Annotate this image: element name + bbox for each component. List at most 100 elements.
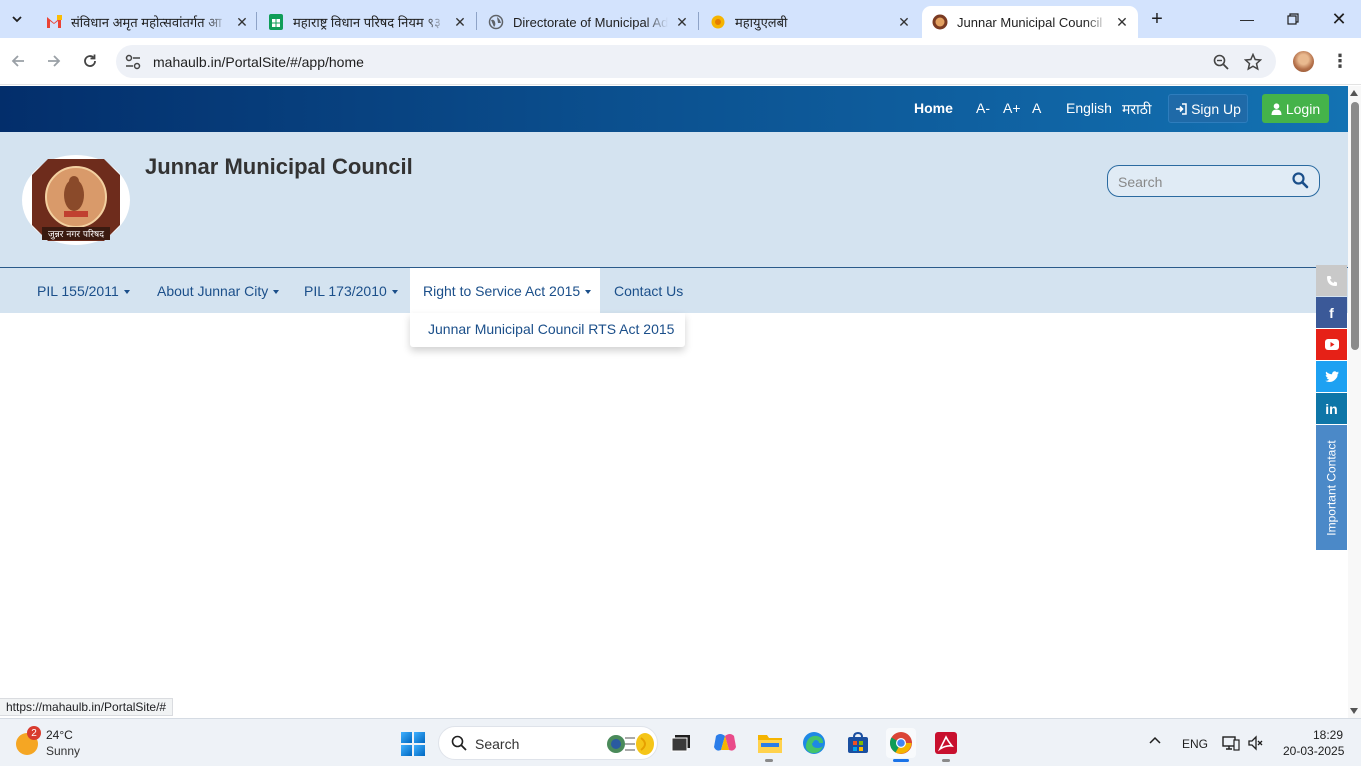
browser-tab[interactable]: संविधान अमृत महोत्सवांतर्गत आ ✕ [36, 6, 258, 38]
facebook-button[interactable]: f [1316, 297, 1347, 328]
chevron-down-icon [12, 16, 22, 23]
taskbar-store[interactable] [843, 728, 873, 758]
close-icon[interactable]: ✕ [452, 14, 468, 30]
back-button[interactable] [7, 50, 29, 72]
scroll-down-arrow-icon[interactable] [1350, 708, 1358, 714]
close-icon[interactable]: ✕ [896, 14, 912, 30]
font-increase-button[interactable]: A+ [1003, 100, 1021, 116]
folder-icon [758, 735, 782, 753]
chevron-up-icon[interactable] [1148, 734, 1162, 748]
search-icon[interactable] [1291, 171, 1309, 189]
taskbar-edge[interactable] [799, 728, 829, 758]
caret-down-icon [585, 289, 592, 294]
top-utility-bar: Home A- A+ A English मराठी Sign Up Login [0, 86, 1348, 132]
profile-avatar[interactable] [1293, 51, 1314, 72]
important-contact-tab[interactable]: Important Contact [1316, 425, 1347, 550]
start-button[interactable] [401, 732, 425, 756]
taskbar-chrome[interactable] [886, 728, 916, 758]
reload-icon [84, 54, 96, 67]
phone-button[interactable] [1316, 265, 1347, 296]
search-highlight-icon [607, 733, 654, 755]
login-button[interactable]: Login [1262, 94, 1329, 123]
weather-temperature[interactable]: 24°C [46, 728, 73, 742]
search-input[interactable] [1118, 172, 1288, 192]
tab-divider [698, 12, 699, 30]
nav-item-right-to-service-act[interactable]: Right to Service Act 2015 [410, 268, 600, 313]
scrollbar-thumb[interactable] [1351, 102, 1359, 350]
language-english-link[interactable]: English [1066, 100, 1112, 116]
site-info-icon[interactable] [124, 53, 142, 71]
windows-taskbar: 2 24°C Sunny Search ENG 18:29 20-03-2025 [0, 718, 1361, 766]
font-reset-button[interactable]: A [1032, 100, 1041, 116]
tab-title: महाराष्ट्र विधान परिषद नियम ९३ [293, 15, 441, 30]
globe-icon [488, 14, 504, 30]
twitter-button[interactable] [1316, 361, 1347, 392]
taskbar-file-explorer[interactable] [755, 728, 785, 758]
font-decrease-button[interactable]: A- [976, 100, 990, 116]
taskbar-search[interactable]: Search [438, 726, 658, 760]
nav-item-pil-155-2011[interactable]: PIL 155/2011 [24, 268, 143, 313]
browser-tab-active[interactable]: Junnar Municipal Council ✕ [922, 6, 1138, 38]
address-bar[interactable]: mahaulb.in/PortalSite/#/app/home [116, 45, 1276, 78]
nav-item-about-junnar-city[interactable]: About Junnar City [144, 268, 292, 313]
chrome-icon [890, 732, 912, 754]
windows-logo-icon [401, 745, 412, 756]
gmail-icon [46, 14, 62, 30]
volume-muted-icon[interactable] [1247, 734, 1265, 752]
nav-item-pil-173-2010[interactable]: PIL 173/2010 [291, 268, 411, 313]
zoom-icon[interactable] [1211, 52, 1231, 72]
new-tab-button[interactable]: + [1146, 8, 1168, 30]
phone-icon [1326, 275, 1337, 286]
browser-tab-strip: संविधान अमृत महोत्सवांतर्गत आ ✕ महाराष्ट… [0, 0, 1361, 38]
tab-title: Directorate of Municipal Adm [513, 14, 668, 30]
tab-title: Junnar Municipal Council [957, 14, 1103, 30]
home-link[interactable]: Home [914, 100, 953, 116]
taskbar-task-view[interactable] [666, 728, 696, 758]
minimize-button[interactable]: — [1225, 6, 1269, 32]
language-marathi-link[interactable]: मराठी [1122, 100, 1151, 119]
browser-tab[interactable]: महाराष्ट्र विधान परिषद नियम ९३ ✕ [258, 6, 476, 38]
site-title: Junnar Municipal Council [145, 154, 413, 179]
close-icon[interactable]: ✕ [234, 14, 250, 30]
input-language[interactable]: ENG [1182, 737, 1208, 751]
browser-menu-button[interactable]: ⋮ [1330, 51, 1350, 71]
arrow-right-icon [48, 55, 61, 67]
linkedin-icon: in [1325, 400, 1338, 417]
taskbar-acrobat[interactable] [931, 728, 961, 758]
network-icon[interactable] [1222, 734, 1240, 752]
nav-item-contact-us[interactable]: Contact Us [601, 268, 696, 313]
tab-divider [476, 12, 477, 30]
bookmark-star-icon[interactable] [1243, 52, 1263, 72]
nav-item-label: Right to Service Act 2015 [423, 282, 581, 299]
weather-description: Sunny [46, 744, 81, 758]
clock-date[interactable]: 20-03-2025 [1283, 744, 1344, 758]
site-header: जुन्नर नगर परिषद Junnar Municipal Counci… [0, 132, 1348, 268]
close-window-button[interactable]: ✕ [1317, 6, 1361, 32]
youtube-button[interactable] [1316, 329, 1347, 360]
scroll-up-arrow-icon[interactable] [1350, 90, 1358, 96]
copilot-icon [714, 734, 736, 751]
sign-in-icon [1176, 102, 1187, 115]
page-scrollbar[interactable] [1348, 86, 1361, 718]
restore-button[interactable] [1271, 6, 1315, 32]
sun-logo-icon [710, 14, 726, 30]
close-icon[interactable]: ✕ [1114, 14, 1130, 30]
windows-logo-icon [401, 732, 412, 743]
nav-item-label: About Junnar City [157, 282, 269, 299]
browser-tab[interactable]: Directorate of Municipal Adm ✕ [478, 6, 698, 38]
browser-tab[interactable]: महायुएलबी ✕ [700, 6, 920, 38]
main-navigation: PIL 155/2011 About Junnar City PIL 173/2… [0, 268, 1348, 313]
signup-button[interactable]: Sign Up [1168, 94, 1248, 123]
web-page: Home A- A+ A English मराठी Sign Up Login… [0, 86, 1348, 716]
clock-time[interactable]: 18:29 [1313, 728, 1343, 742]
tab-title: महायुएलबी [735, 15, 788, 30]
forward-button[interactable] [43, 50, 65, 72]
tab-search-button[interactable] [5, 7, 29, 31]
reload-button[interactable] [79, 50, 101, 72]
council-logo[interactable]: जुन्नर नगर परिषद [22, 155, 130, 245]
close-icon[interactable]: ✕ [674, 14, 690, 30]
taskbar-copilot[interactable] [710, 728, 740, 758]
linkedin-button[interactable]: in [1316, 393, 1347, 424]
dropdown-item-rts-act[interactable]: Junnar Municipal Council RTS Act 2015 [428, 321, 674, 337]
store-icon [848, 732, 868, 753]
